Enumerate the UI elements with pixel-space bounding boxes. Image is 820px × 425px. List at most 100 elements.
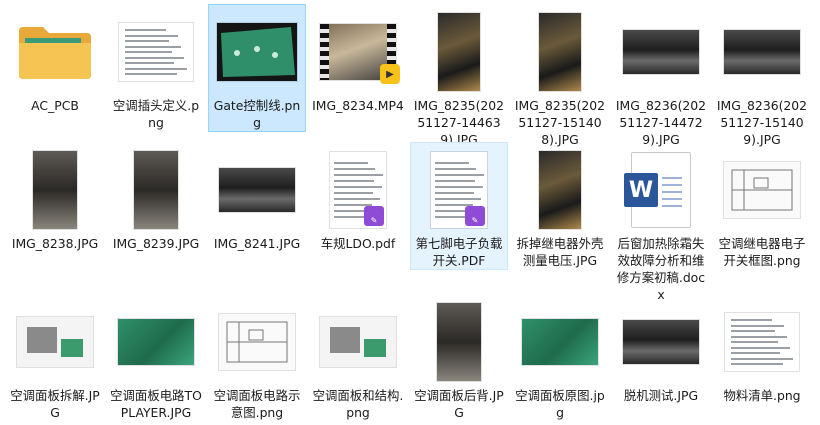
image-thumbnail bbox=[724, 162, 800, 218]
file-item-panel-circuit[interactable]: 空调面板电路示意图.png bbox=[208, 294, 306, 422]
file-name-label: 空调面板和结构.png bbox=[312, 388, 404, 420]
image-thumbnail bbox=[539, 151, 581, 229]
file-thumbnail-area bbox=[515, 299, 605, 385]
file-thumbnail-area bbox=[10, 147, 100, 233]
image-thumbnail bbox=[118, 319, 194, 365]
file-thumbnail-area bbox=[616, 299, 706, 385]
image-thumbnail bbox=[724, 30, 800, 74]
file-thumbnail-area bbox=[212, 147, 302, 233]
file-item-panel-orig[interactable]: 空调面板原图.jpg bbox=[511, 294, 609, 422]
file-name-label: 物料清单.png bbox=[723, 388, 801, 403]
file-item-img-8235a[interactable]: IMG_8235(20251127-144639).JPG bbox=[410, 4, 508, 149]
file-thumbnail-area bbox=[717, 9, 807, 95]
file-item-ldo-pdf[interactable]: ✎ 车规LDO.pdf bbox=[309, 142, 407, 253]
image-thumbnail bbox=[623, 30, 699, 74]
file-item-relay-voltage[interactable]: 拆掉继电器外壳测量电压.JPG bbox=[511, 142, 609, 270]
file-thumbnail-area bbox=[313, 299, 403, 385]
image-thumbnail bbox=[217, 23, 297, 81]
file-thumbnail-area bbox=[111, 299, 201, 385]
image-thumbnail bbox=[437, 303, 481, 381]
file-item-bom[interactable]: 物料清单.png bbox=[713, 294, 811, 405]
file-item-img-8238[interactable]: IMG_8238.JPG bbox=[6, 142, 104, 253]
file-name-label: IMG_8241.JPG bbox=[213, 236, 301, 251]
pdf-thumbnail: ✎ bbox=[330, 152, 386, 228]
file-thumbnail-area bbox=[515, 9, 605, 95]
file-thumbnail-area bbox=[212, 9, 302, 95]
file-thumbnail-area: W bbox=[616, 147, 706, 233]
file-item-gate-wire[interactable]: Gate控制线.png bbox=[208, 4, 306, 132]
file-thumbnail-area bbox=[717, 299, 807, 385]
image-thumbnail bbox=[539, 13, 581, 91]
file-item-toplayer[interactable]: 空调面板电路TOPLAYER.JPG bbox=[107, 294, 205, 422]
file-item-defrost-docx[interactable]: W 后窗加热除霜失效故障分析和维修方案初稿.docx bbox=[612, 142, 710, 304]
image-thumbnail bbox=[219, 168, 295, 212]
file-name-label: IMG_8238.JPG bbox=[11, 236, 99, 251]
pdf-thumbnail: ✎ bbox=[431, 152, 487, 228]
file-item-img-8234[interactable]: ▶ IMG_8234.MP4 bbox=[309, 4, 407, 115]
word-logo-icon: W bbox=[624, 173, 658, 207]
file-item-relay-switch[interactable]: 空调继电器电子开关框图.png bbox=[713, 142, 811, 270]
word-document-icon: W bbox=[624, 152, 691, 228]
image-thumbnail bbox=[33, 151, 77, 229]
video-thumbnail: ▶ bbox=[320, 24, 400, 84]
file-name-label: 空调面板拆解.JPG bbox=[10, 388, 100, 420]
file-name-label: 车规LDO.pdf bbox=[320, 236, 396, 251]
file-name-label: AC_PCB bbox=[31, 98, 79, 113]
file-name-label: 空调面板后背.JPG bbox=[414, 388, 504, 420]
file-thumbnail-area bbox=[10, 9, 100, 95]
image-thumbnail bbox=[623, 320, 699, 364]
file-name-label: 空调插头定义.png bbox=[112, 98, 200, 130]
file-thumbnail-area bbox=[616, 9, 706, 95]
file-name-label: 后窗加热除霜失效故障分析和维修方案初稿.docx bbox=[616, 236, 706, 302]
file-thumbnail-area bbox=[515, 147, 605, 233]
image-thumbnail bbox=[119, 23, 193, 81]
file-thumbnail-area bbox=[212, 299, 302, 385]
file-thumbnail-area: ✎ bbox=[414, 147, 504, 233]
file-name-label: 空调继电器电子开关框图.png bbox=[718, 236, 806, 268]
file-item-img-8235b[interactable]: IMG_8235(20251127-151408).JPG bbox=[511, 4, 609, 149]
file-explorer-grid: AC_PCB 空调插头定义.png Gate控制线.png ▶ IMG_8234.MP4… bbox=[0, 0, 820, 425]
play-icon: ▶ bbox=[380, 64, 400, 84]
file-name-label: 第七脚电子负载开关.PDF bbox=[415, 236, 503, 268]
file-name-label: IMG_8236(20251127-144729).JPG bbox=[615, 98, 707, 147]
image-thumbnail bbox=[17, 317, 93, 367]
file-item-panel-structure[interactable]: 空调面板和结构.png bbox=[309, 294, 407, 422]
file-name-label: IMG_8234.MP4 bbox=[312, 98, 404, 113]
file-item-pin7-pdf[interactable]: ✎ 第七脚电子负载开关.PDF bbox=[410, 142, 508, 270]
file-thumbnail-area bbox=[414, 9, 504, 95]
file-item-panel-teardown[interactable]: 空调面板拆解.JPG bbox=[6, 294, 104, 422]
file-item-img-8241[interactable]: IMG_8241.JPG bbox=[208, 142, 306, 253]
image-thumbnail bbox=[522, 319, 598, 365]
pdf-editor-icon: ✎ bbox=[465, 206, 485, 226]
file-item-ac-pcb[interactable]: AC_PCB bbox=[6, 4, 104, 115]
file-thumbnail-area bbox=[10, 299, 100, 385]
image-thumbnail bbox=[438, 13, 480, 91]
file-thumbnail-area: ▶ bbox=[313, 9, 403, 95]
file-thumbnail-area: ✎ bbox=[313, 147, 403, 233]
file-name-label: 空调面板原图.jpg bbox=[515, 388, 605, 420]
file-name-label: IMG_8235(20251127-151408).JPG bbox=[514, 98, 606, 147]
image-thumbnail bbox=[134, 151, 178, 229]
file-item-panel-back[interactable]: 空调面板后背.JPG bbox=[410, 294, 508, 422]
file-thumbnail-area bbox=[111, 147, 201, 233]
file-item-plug-def[interactable]: 空调插头定义.png bbox=[107, 4, 205, 132]
file-name-label: IMG_8235(20251127-144639).JPG bbox=[413, 98, 505, 147]
file-name-label: IMG_8236(20251127-151409).JPG bbox=[716, 98, 808, 147]
pdf-editor-icon: ✎ bbox=[364, 206, 384, 226]
file-thumbnail-area bbox=[111, 9, 201, 95]
file-item-offline-test[interactable]: 脱机测试.JPG bbox=[612, 294, 710, 405]
file-name-label: Gate控制线.png bbox=[213, 98, 301, 130]
file-thumbnail-area bbox=[717, 147, 807, 233]
image-thumbnail bbox=[725, 313, 799, 371]
file-name-label: IMG_8239.JPG bbox=[112, 236, 200, 251]
file-item-img-8239[interactable]: IMG_8239.JPG bbox=[107, 142, 205, 253]
file-name-label: 拆掉继电器外壳测量电压.JPG bbox=[516, 236, 604, 268]
file-name-label: 空调面板电路示意图.png bbox=[213, 388, 301, 420]
image-thumbnail bbox=[219, 314, 295, 370]
file-thumbnail-area bbox=[414, 299, 504, 385]
file-item-img-8236b[interactable]: IMG_8236(20251127-151409).JPG bbox=[713, 4, 811, 149]
folder-icon bbox=[17, 23, 93, 81]
file-name-label: 脱机测试.JPG bbox=[623, 388, 699, 403]
file-item-img-8236a[interactable]: IMG_8236(20251127-144729).JPG bbox=[612, 4, 710, 149]
image-thumbnail bbox=[320, 317, 396, 367]
